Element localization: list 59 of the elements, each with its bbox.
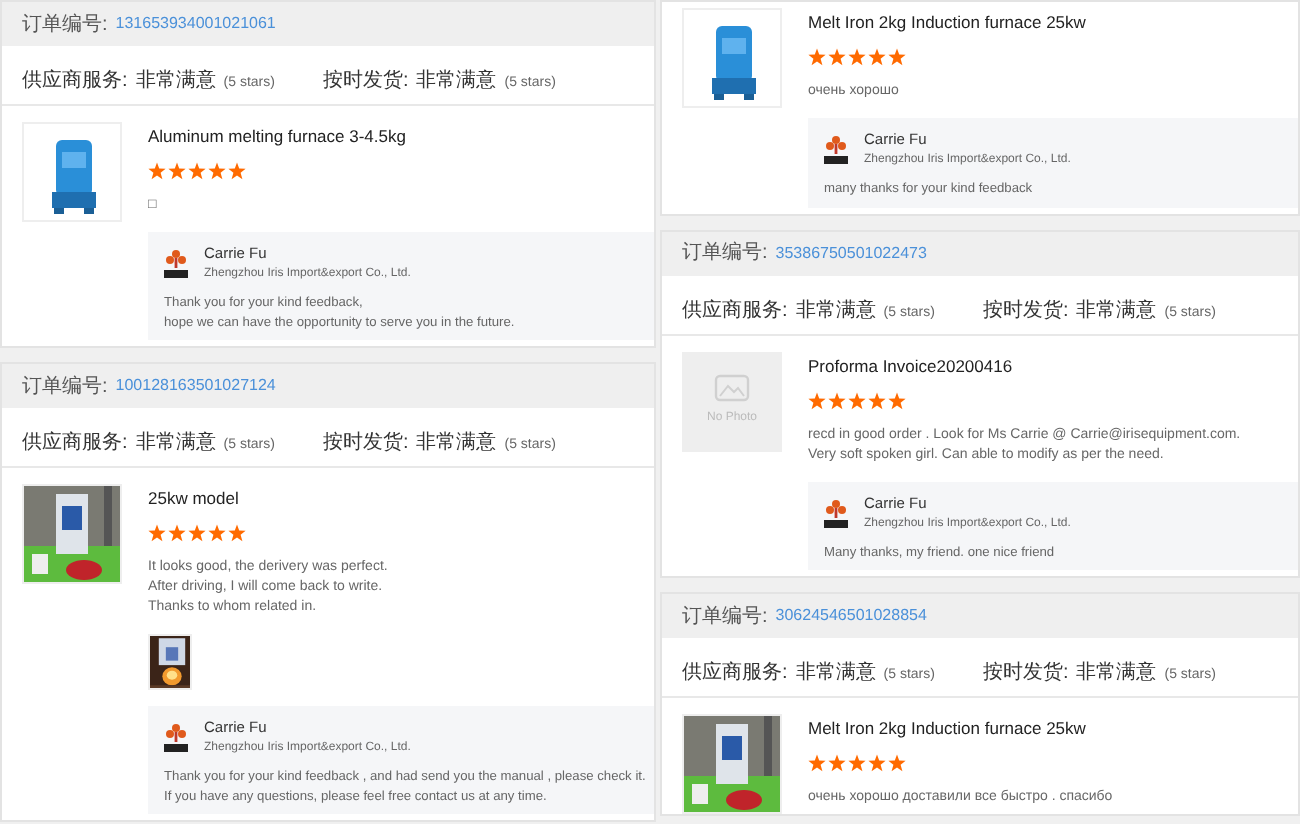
rating-label: 供应商服务: <box>682 297 788 325</box>
rating-value: 非常满意 <box>416 68 497 96</box>
star-icon <box>208 162 226 180</box>
image-icon <box>714 374 750 402</box>
star-icon <box>828 754 846 772</box>
order-number-link[interactable]: 100128163501027124 <box>115 374 276 398</box>
rating-value: 非常满意 <box>795 660 876 688</box>
star-icon <box>188 162 206 180</box>
order-number-link[interactable]: 30624546501028854 <box>775 604 927 628</box>
star-icon <box>188 524 206 542</box>
star-icon <box>228 162 246 180</box>
star-icon <box>148 524 166 542</box>
star-icon <box>888 754 906 772</box>
star-icon <box>888 391 906 409</box>
star-icon <box>868 754 886 772</box>
logo-icon <box>824 134 848 166</box>
star-icon <box>868 48 886 66</box>
logo-icon <box>164 722 188 754</box>
product-title: Aluminum melting furnace 3-4.5kg <box>148 124 408 148</box>
order-number-link[interactable]: 35386750501022473 <box>775 241 927 265</box>
order-label: 订单编号: <box>22 11 108 39</box>
rating-label: 供应商服务: <box>22 68 128 96</box>
logo-icon <box>164 248 188 280</box>
star-icon <box>808 48 826 66</box>
order-number-link[interactable]: 131653934001021061 <box>115 12 276 36</box>
star-icon <box>828 391 846 409</box>
rating-value: 非常满意 <box>135 68 216 96</box>
star-icon <box>848 48 866 66</box>
star-icon <box>868 391 886 409</box>
star-icon <box>168 162 186 180</box>
product-title: 25kw model <box>148 486 241 510</box>
rating-value: 非常满意 <box>135 430 216 458</box>
order-label: 订单编号: <box>22 373 108 401</box>
star-icon <box>888 48 906 66</box>
rating-value: 非常满意 <box>795 297 876 325</box>
product-title: Melt Iron 2kg Induction furnace 25kw <box>808 10 1088 34</box>
order-label: 订单编号: <box>682 603 768 631</box>
rating-label: 按时发货: <box>982 297 1069 325</box>
rating-value: 非常满意 <box>1076 660 1157 688</box>
rating-label: 按时发货: <box>982 660 1069 688</box>
star-icon <box>848 754 866 772</box>
star-icon <box>848 391 866 409</box>
rating-value: 非常满意 <box>416 430 497 458</box>
star-icon <box>168 524 186 542</box>
order-label: 订单编号: <box>682 239 768 268</box>
product-title: Proforma Invoice20200416 <box>808 353 1015 377</box>
star-icon <box>808 391 826 409</box>
rating-label: 供应商服务: <box>22 430 128 458</box>
logo-icon <box>824 497 848 529</box>
star-icon <box>808 754 826 772</box>
rating-label: 供应商服务: <box>682 660 788 688</box>
star-icon <box>828 48 846 66</box>
rating-label: 按时发货: <box>322 68 409 96</box>
star-icon <box>228 524 246 542</box>
star-icon <box>208 524 226 542</box>
product-title: Melt Iron 2kg Induction furnace 25kw <box>808 716 1088 740</box>
rating-label: 按时发货: <box>322 430 409 458</box>
rating-value: 非常满意 <box>1076 297 1157 325</box>
star-icon <box>148 162 166 180</box>
